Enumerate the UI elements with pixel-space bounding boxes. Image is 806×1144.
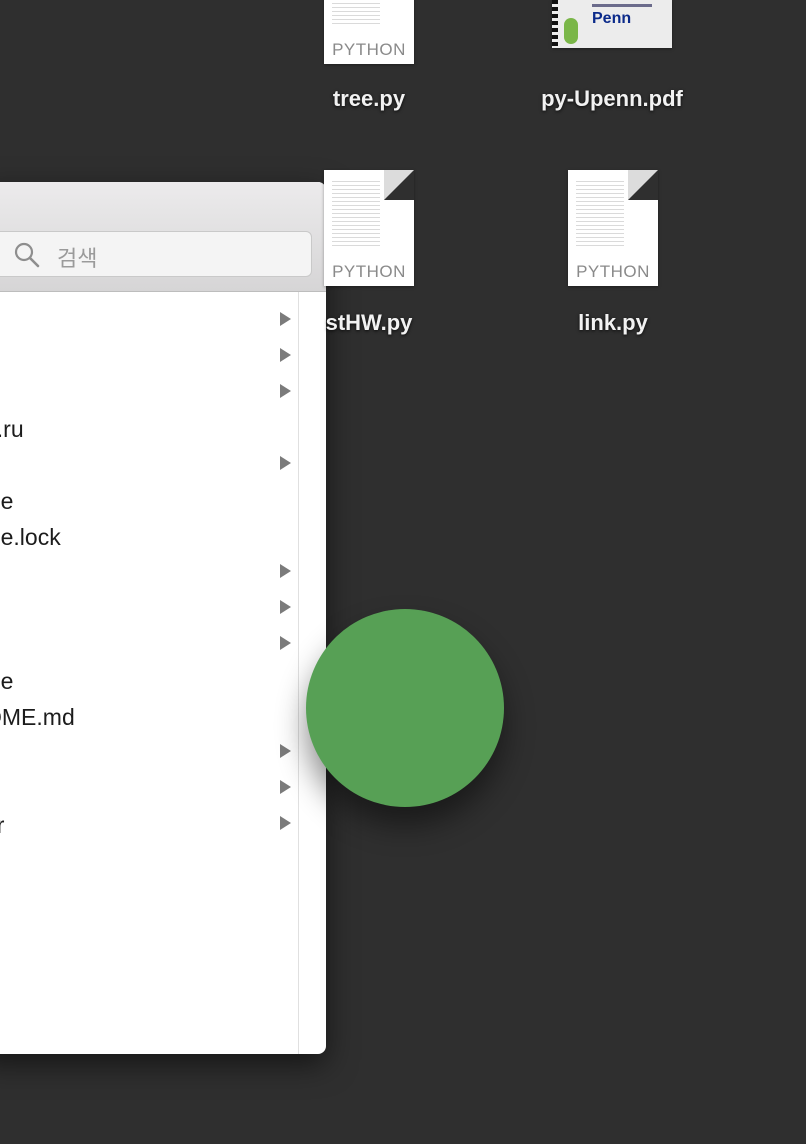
page-fold	[384, 170, 414, 200]
search-placeholder: 검색	[57, 247, 98, 272]
python-file-icon: PYTHON	[568, 170, 658, 286]
desktop-icon-link-py[interactable]: PYTHON link.py	[523, 170, 703, 344]
disclosure-arrow-icon[interactable]	[280, 456, 291, 470]
disclosure-arrow-icon[interactable]	[280, 780, 291, 794]
column-divider[interactable]	[298, 292, 299, 1054]
list-item[interactable]: c	[0, 626, 298, 662]
list-item[interactable]	[0, 770, 298, 806]
code-preview	[576, 178, 624, 248]
disclosure-arrow-icon[interactable]	[280, 384, 291, 398]
list-item-label: file	[0, 668, 14, 694]
list-item[interactable]: OME.md	[0, 698, 298, 734]
disclosure-arrow-icon[interactable]	[280, 348, 291, 362]
list-item-label: file	[0, 488, 14, 514]
icon-label: tree.py	[332, 86, 406, 111]
list-item[interactable]	[0, 446, 298, 482]
python-logo-icon	[564, 18, 578, 44]
list-item[interactable]	[0, 734, 298, 770]
disclosure-arrow-icon[interactable]	[280, 600, 291, 614]
desktop-icon-sthw-py[interactable]: PYTHON stHW.py	[279, 170, 459, 344]
page-fold	[628, 170, 658, 200]
icon-label: py-Upenn.pdf	[541, 86, 683, 111]
list-item[interactable]	[0, 338, 298, 374]
list-item[interactable]: file.lock	[0, 518, 298, 554]
file-type-label: PYTHON	[332, 262, 406, 281]
list-item[interactable]: file	[0, 482, 298, 518]
pdf-file-icon: Penn	[552, 0, 672, 48]
list-item[interactable]	[0, 554, 298, 590]
pdf-preview-text	[592, 4, 652, 7]
disclosure-arrow-icon[interactable]	[280, 636, 291, 650]
list-item-label: OME.md	[0, 704, 75, 730]
penn-logo: Penn	[592, 10, 632, 27]
search-field[interactable]: 검색	[0, 231, 312, 277]
file-type-label: PYTHON	[332, 40, 406, 59]
disclosure-arrow-icon[interactable]	[280, 744, 291, 758]
spiral-binding	[552, 0, 558, 48]
desktop-icon-tree-py[interactable]: PYTHON tree.py	[279, 0, 459, 120]
disclosure-arrow-icon[interactable]	[280, 816, 291, 830]
list-item[interactable]: or	[0, 806, 298, 842]
list-item-label: file.lock	[0, 524, 61, 550]
green-circle-overlay	[306, 609, 504, 807]
search-icon	[13, 241, 41, 274]
list-item[interactable]: g	[0, 374, 298, 410]
python-file-icon: PYTHON	[324, 0, 414, 64]
list-item[interactable]: g.ru	[0, 410, 298, 446]
code-preview	[332, 0, 380, 26]
list-item[interactable]	[0, 302, 298, 338]
list-item-label: g.ru	[0, 416, 24, 442]
finder-window: 검색 g g.ru file file.lock c file OME.md or	[0, 182, 326, 1054]
icon-label: link.py	[578, 310, 648, 335]
icon-label: stHW.py	[325, 310, 413, 335]
disclosure-arrow-icon[interactable]	[280, 564, 291, 578]
desktop-icon-py-upenn-pdf[interactable]: Penn py-Upenn.pdf	[522, 0, 702, 120]
list-item-label: or	[0, 812, 5, 838]
python-file-icon: PYTHON	[324, 170, 414, 286]
list-item[interactable]	[0, 590, 298, 626]
file-list: g g.ru file file.lock c file OME.md or	[0, 292, 298, 1054]
list-item[interactable]: file	[0, 662, 298, 698]
finder-toolbar: 검색	[0, 182, 326, 292]
file-type-label: PYTHON	[576, 262, 650, 281]
code-preview	[332, 178, 380, 248]
